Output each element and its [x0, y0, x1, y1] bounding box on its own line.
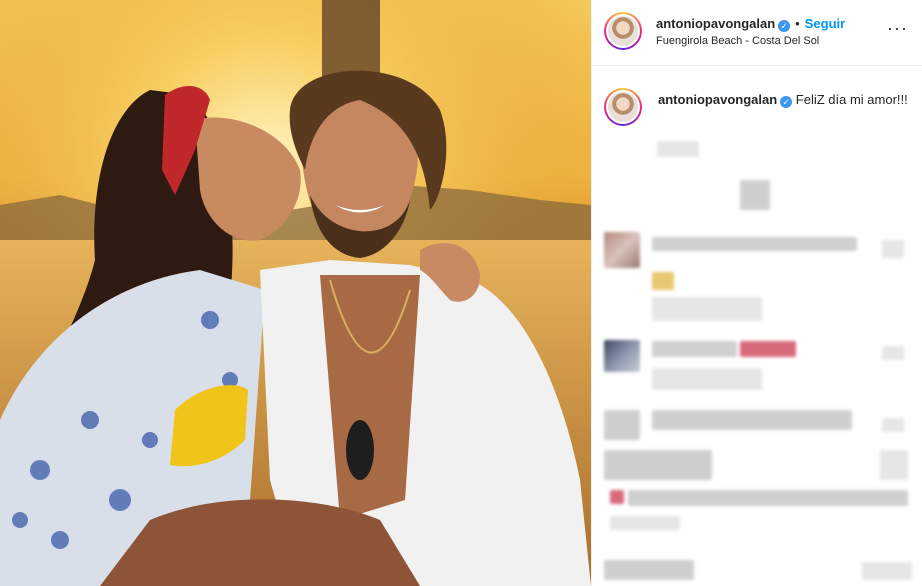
header-line: antoniopavongalan ✓ • Seguir	[656, 15, 845, 33]
blurred-comment-text	[604, 450, 712, 480]
post-location[interactable]: Fuengirola Beach - Costa Del Sol	[656, 35, 819, 47]
blurred-emoji	[610, 490, 624, 504]
comment-avatar[interactable]	[604, 232, 640, 268]
caption-username[interactable]: antoniopavongalan	[658, 92, 777, 107]
author-avatar[interactable]	[604, 12, 642, 50]
comment-avatar[interactable]	[604, 410, 640, 440]
blurred-comment-meta	[652, 368, 762, 390]
follow-button[interactable]: Seguir	[805, 16, 845, 31]
blurred-comment-meta	[610, 516, 680, 530]
caption-text: FeliZ día mi amor!!!	[795, 92, 908, 107]
blurred-like-icon[interactable]	[882, 240, 904, 258]
blurred-emoji	[740, 341, 796, 357]
blurred-like-icon[interactable]	[880, 450, 908, 480]
author-username[interactable]: antoniopavongalan	[656, 16, 775, 31]
blurred-comment-text	[604, 560, 694, 580]
blurred-comment-text	[652, 237, 857, 251]
photo-illustration	[0, 0, 591, 586]
sunglasses-shape	[346, 420, 374, 480]
more-options-icon[interactable]: ···	[887, 18, 908, 39]
caption-timestamp-blurred	[657, 141, 699, 157]
blurred-like-icon[interactable]	[882, 346, 904, 360]
blurred-emoji	[652, 272, 674, 290]
blurred-comment-text	[652, 341, 737, 357]
caption-text-block: antoniopavongalan ✓ FeliZ día mi amor!!!	[658, 91, 908, 109]
blurred-like-icon[interactable]	[882, 418, 904, 432]
post-photo[interactable]	[0, 0, 591, 586]
blurred-comment-text	[628, 490, 908, 506]
blurred-comment-text	[652, 410, 852, 430]
comment-avatar[interactable]	[604, 340, 640, 372]
verified-badge-icon: ✓	[778, 20, 791, 32]
blurred-comment-meta	[652, 297, 762, 321]
caption-avatar[interactable]	[604, 88, 642, 126]
blurred-icon	[740, 180, 770, 210]
post-side-panel: antoniopavongalan ✓ • Seguir Fuengirola Bea…	[591, 0, 922, 586]
verified-badge-icon: ✓	[780, 96, 793, 108]
blurred-like-icon[interactable]	[862, 562, 912, 580]
dot-separator: •	[795, 16, 800, 31]
post-header: antoniopavongalan ✓ • Seguir Fuengirola Bea…	[592, 0, 922, 66]
